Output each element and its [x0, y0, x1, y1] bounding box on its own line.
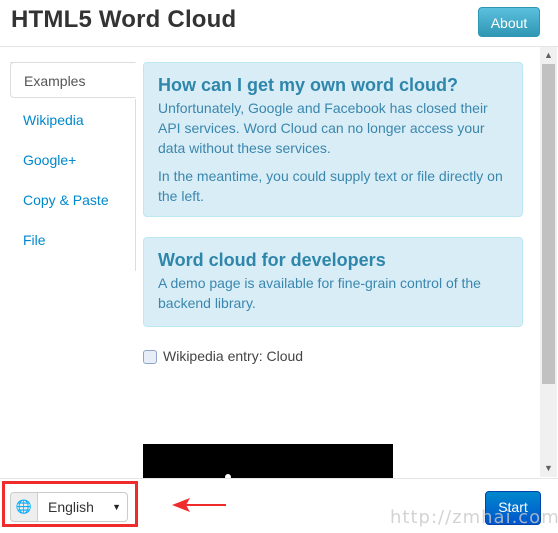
tab-examples[interactable]: Examples — [10, 62, 136, 98]
info-alert-developers: Word cloud for developers A demo page is… — [143, 237, 523, 327]
tab-google-plus[interactable]: Google+ — [10, 142, 136, 178]
sidebar-border — [135, 99, 136, 271]
scroll-down-icon[interactable]: ▼ — [540, 460, 557, 477]
example-checkbox[interactable] — [143, 350, 157, 364]
tab-copy-paste[interactable]: Copy & Paste — [10, 182, 136, 218]
sidebar: Examples Wikipedia Google+ Copy & Paste … — [10, 62, 136, 272]
annotation-left-arrow-icon — [172, 498, 226, 512]
alert-title: Word cloud for developers — [158, 250, 386, 270]
app-title: HTML5 Word Cloud — [11, 6, 237, 33]
header: HTML5 Word Cloud About — [0, 0, 558, 47]
alert-text: Unfortunately, Google and Facebook has c… — [158, 100, 488, 156]
scroll-up-icon[interactable]: ▲ — [540, 47, 557, 64]
annotation-highlight-box — [2, 481, 138, 527]
canvas-preview — [143, 444, 393, 480]
tab-file[interactable]: File — [10, 222, 136, 258]
scroll-thumb[interactable] — [542, 64, 555, 384]
about-button[interactable]: About — [478, 7, 540, 37]
alert-text: A demo page is available for fine-grain … — [158, 275, 481, 311]
watermark: http://zmhai.com — [390, 507, 558, 528]
tab-wikipedia[interactable]: Wikipedia — [10, 102, 136, 138]
scrollbar[interactable]: ▲ ▼ — [540, 47, 557, 477]
info-alert-own-cloud: How can I get my own word cloud? Unfortu… — [143, 62, 523, 217]
alert-text: In the meantime, you could supply text o… — [158, 168, 503, 204]
alert-title: How can I get my own word cloud? — [158, 75, 459, 95]
example-label: Wikipedia entry: Cloud — [163, 348, 304, 364]
